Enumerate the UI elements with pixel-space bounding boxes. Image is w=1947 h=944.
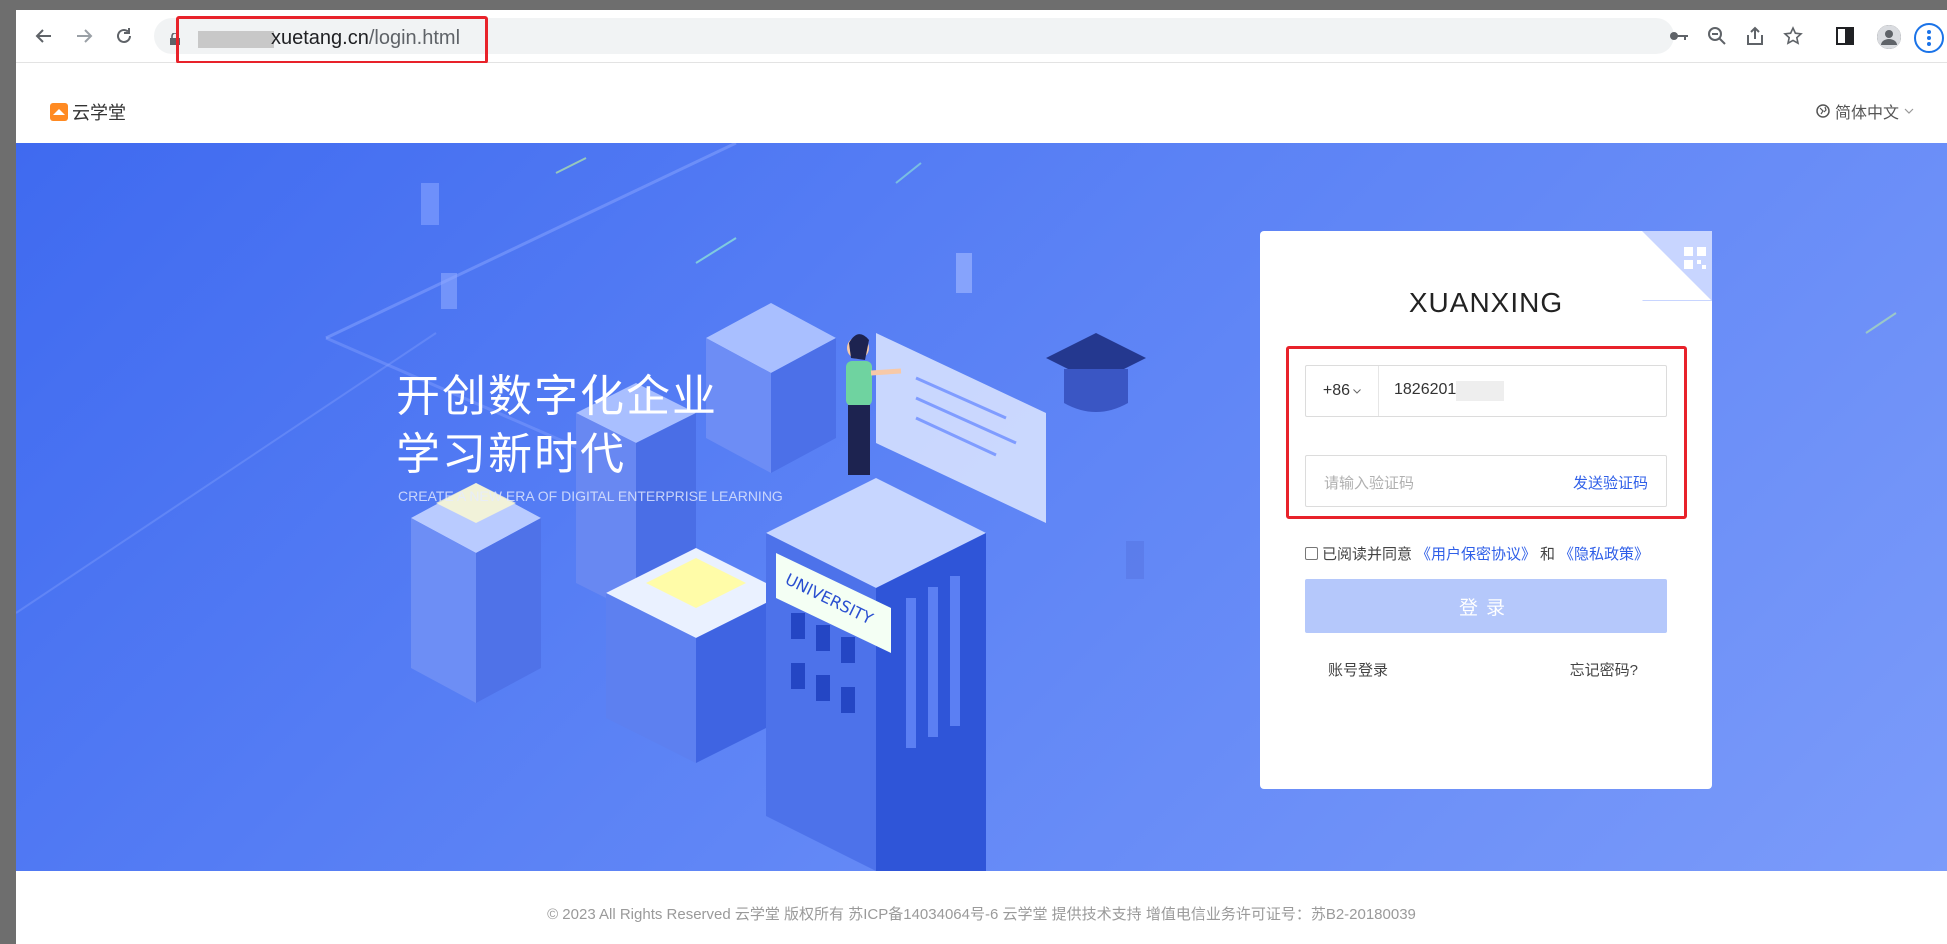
agree-and: 和	[1540, 546, 1556, 563]
browser-toolbar: xuetang.cn/login.html	[16, 10, 1947, 64]
hero-title-line1: 开创数字化企业	[396, 372, 718, 421]
login-title: XUANXING	[1408, 287, 1564, 318]
globe-icon	[1816, 104, 1830, 118]
agree-text: 已阅读并同意	[1322, 546, 1413, 563]
side-panel-icon[interactable]	[1833, 24, 1857, 48]
agreement-row: 已阅读并同意 《用户保密协议》 和 《隐私政策》	[1305, 543, 1649, 564]
share-icon[interactable]	[1743, 24, 1767, 48]
account-login-link[interactable]: 账号登录	[1328, 659, 1388, 680]
browser-window: xuetang.cn/login.html 云学堂 简体中文 UNIVERSIT…	[16, 10, 1947, 944]
language-selector[interactable]: 简体中文	[1816, 99, 1914, 123]
zoom-out-icon[interactable]	[1705, 24, 1729, 48]
forgot-password-link[interactable]: 忘记密码?	[1570, 659, 1638, 680]
key-icon[interactable]	[1667, 24, 1691, 48]
hero-title: 开创数字化企业 学习新时代	[396, 368, 718, 484]
more-vertical-icon[interactable]	[1914, 23, 1944, 53]
hero-title-line2: 学习新时代	[396, 430, 626, 479]
hero-banner: UNIVERSITY 开创数字化企业 学习新时代 CREATE A NEW ER…	[16, 143, 1947, 871]
chevron-down-icon	[1904, 108, 1914, 114]
hero-subtitle: CREATE A NEW ERA OF DIGITAL ENTERPRISE L…	[398, 488, 783, 504]
site-logo[interactable]: 云学堂	[50, 99, 126, 125]
back-icon[interactable]	[30, 22, 58, 50]
site-footer: © 2023 All Rights Reserved 云学堂 版权所有 苏ICP…	[16, 871, 1947, 944]
reload-icon[interactable]	[110, 22, 138, 50]
language-label: 简体中文	[1835, 105, 1900, 122]
logo-icon	[50, 103, 68, 121]
login-button[interactable]: 登录	[1305, 579, 1667, 633]
footer-copyright: © 2023 All Rights Reserved 云学堂 版权所有 苏ICP…	[547, 906, 1416, 923]
user-agreement-link[interactable]: 《用户保密协议》	[1416, 543, 1536, 564]
forward-icon[interactable]	[70, 22, 98, 50]
site-header: 云学堂 简体中文	[16, 63, 1947, 143]
form-highlight-box	[1286, 346, 1687, 519]
star-icon[interactable]	[1781, 24, 1805, 48]
privacy-policy-link[interactable]: 《隐私政策》	[1559, 543, 1649, 564]
agree-checkbox[interactable]	[1305, 547, 1318, 560]
logo-text: 云学堂	[72, 103, 126, 123]
url-highlight-box	[176, 16, 488, 64]
profile-icon[interactable]	[1877, 25, 1901, 49]
